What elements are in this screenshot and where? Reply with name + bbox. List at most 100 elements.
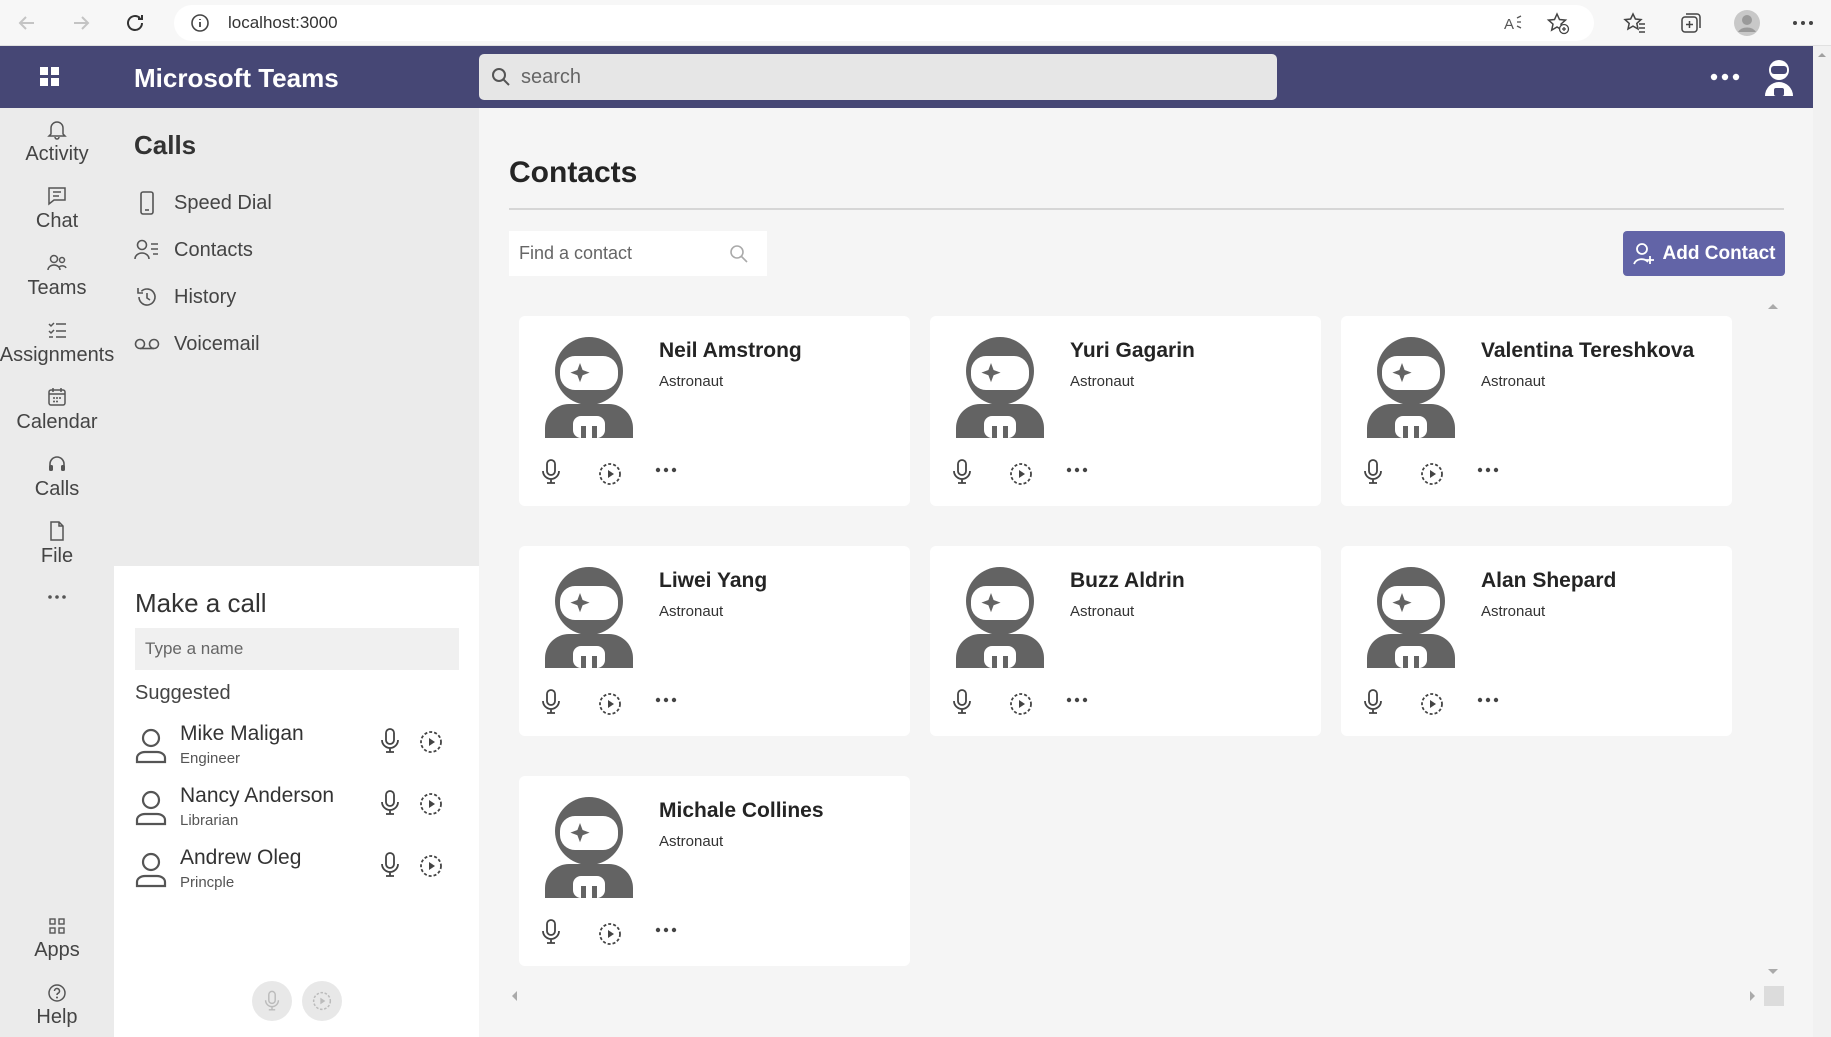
contact-role: Astronaut [1070, 603, 1135, 620]
rail-label: Help [36, 1006, 78, 1028]
suggested-contact[interactable]: Mike Maligan Engineer [135, 722, 455, 774]
more-horizontal-icon[interactable] [1477, 697, 1499, 703]
profile-button[interactable] [1719, 0, 1775, 46]
favorites-button[interactable] [1607, 0, 1663, 46]
rail-label: Activity [25, 143, 89, 165]
audio-call-button[interactable] [252, 981, 292, 1021]
contact-name: Yuri Gagarin [1070, 339, 1195, 362]
contact-role: Astronaut [659, 373, 724, 390]
rail-item-help[interactable]: Help [0, 983, 114, 1029]
contact-card[interactable]: Liwei Yang Astronaut [519, 546, 910, 736]
video-call-icon[interactable] [419, 792, 443, 816]
more-horizontal-icon[interactable] [1066, 697, 1088, 703]
rail-label: Teams [27, 277, 87, 299]
rail-item-activity[interactable]: Activity [0, 118, 114, 166]
contact-card[interactable]: Valentina Tereshkova Astronaut [1341, 316, 1732, 506]
refresh-button[interactable] [108, 0, 162, 46]
refresh-icon [127, 14, 143, 31]
calls-nav-voicemail[interactable]: Voicemail [134, 331, 260, 357]
suggested-label: Suggested [135, 682, 231, 704]
video-call-icon[interactable] [598, 692, 622, 716]
video-call-button[interactable] [302, 981, 342, 1021]
calls-nav-label: Contacts [174, 238, 253, 261]
microphone-icon[interactable] [952, 459, 972, 485]
calls-panel: Calls Speed Dial Contacts History Voicem… [114, 108, 479, 566]
more-horizontal-icon[interactable] [655, 927, 677, 933]
make-call-name-input[interactable] [135, 628, 459, 670]
rail-item-teams[interactable]: Teams [0, 252, 114, 300]
video-call-icon[interactable] [1420, 462, 1444, 486]
more-horizontal-icon[interactable] [1066, 467, 1088, 473]
microphone-icon[interactable] [1363, 459, 1383, 485]
svg-text:A: A [1504, 16, 1514, 33]
title-divider [509, 208, 1784, 210]
microphone-icon[interactable] [952, 689, 972, 715]
header-more-icon[interactable] [1708, 66, 1742, 88]
page-scrollbar[interactable] [1813, 46, 1831, 1037]
microphone-icon[interactable] [380, 852, 400, 878]
file-icon [50, 521, 64, 541]
microphone-icon[interactable] [380, 790, 400, 816]
rail-item-calendar[interactable]: Calendar [0, 386, 114, 434]
find-contact-field[interactable] [509, 231, 767, 276]
calls-nav-label: Voicemail [174, 332, 260, 355]
list-scroll-up-icon[interactable] [1766, 300, 1780, 312]
browser-menu-button[interactable] [1775, 0, 1831, 46]
contact-card[interactable]: Yuri Gagarin Astronaut [930, 316, 1321, 506]
contact-card[interactable]: Michale Collines Astronaut [519, 776, 910, 966]
video-call-icon[interactable] [1420, 692, 1444, 716]
forward-button[interactable] [54, 0, 108, 46]
video-call-icon[interactable] [1009, 462, 1033, 486]
video-call-icon[interactable] [419, 730, 443, 754]
contact-role: Astronaut [659, 833, 724, 850]
contact-card[interactable]: Neil Amstrong Astronaut [519, 316, 910, 506]
microphone-icon[interactable] [541, 919, 561, 945]
address-bar[interactable]: localhost:3000 A [174, 5, 1594, 41]
collections-button[interactable] [1663, 0, 1719, 46]
contact-card[interactable]: Alan Shepard Astronaut [1341, 546, 1732, 736]
video-call-icon[interactable] [1009, 692, 1033, 716]
back-button[interactable] [0, 0, 54, 46]
rail-item-apps[interactable]: Apps [0, 916, 114, 962]
microphone-icon[interactable] [1363, 689, 1383, 715]
apps-icon [49, 918, 65, 934]
list-scroll-down-icon[interactable] [1766, 966, 1780, 978]
rail-item-chat[interactable]: Chat [0, 185, 114, 233]
more-horizontal-icon[interactable] [1477, 467, 1499, 473]
video-call-icon[interactable] [598, 462, 622, 486]
video-call-icon[interactable] [419, 854, 443, 878]
suggested-contact[interactable]: Andrew Oleg Princple [135, 846, 455, 898]
more-horizontal-icon[interactable] [655, 697, 677, 703]
contact-card[interactable]: Buzz Aldrin Astronaut [930, 546, 1321, 736]
more-horizontal-icon[interactable] [655, 467, 677, 473]
rail-item-assignments[interactable]: Assignments [0, 319, 114, 367]
rail-more-button[interactable] [0, 594, 114, 600]
calls-nav-label: History [174, 285, 237, 308]
person-icon [135, 852, 167, 888]
suggested-name: Nancy Anderson [180, 784, 335, 807]
video-call-icon[interactable] [598, 922, 622, 946]
global-search-input[interactable] [521, 65, 1221, 89]
calls-nav-speed-dial[interactable]: Speed Dial [134, 190, 272, 216]
rail-item-file[interactable]: File [0, 520, 114, 568]
global-search[interactable] [479, 54, 1277, 100]
astronaut-avatar-icon [956, 567, 1044, 668]
add-favorite-icon[interactable] [1546, 11, 1570, 35]
suggested-contact[interactable]: Nancy Anderson Librarian [135, 784, 455, 836]
calls-nav-history[interactable]: History [134, 284, 236, 310]
microphone-icon[interactable] [380, 728, 400, 754]
calls-nav-contacts[interactable]: Contacts [134, 237, 253, 263]
arrow-right-icon [74, 15, 90, 30]
microphone-icon[interactable] [541, 689, 561, 715]
contact-role: Astronaut [659, 603, 724, 620]
rail-item-calls[interactable]: Calls [0, 453, 114, 501]
add-contact-button[interactable]: Add Contact [1623, 231, 1785, 276]
contact-name: Liwei Yang [659, 569, 768, 592]
user-avatar-icon[interactable] [1762, 58, 1796, 96]
contact-name: Neil Amstrong [659, 339, 802, 362]
list-horizontal-scrollbar[interactable] [509, 986, 1784, 1006]
read-aloud-icon[interactable]: A [1502, 12, 1524, 34]
find-contact-input[interactable] [519, 243, 729, 264]
app-launcher-icon[interactable] [39, 66, 61, 88]
microphone-icon[interactable] [541, 459, 561, 485]
